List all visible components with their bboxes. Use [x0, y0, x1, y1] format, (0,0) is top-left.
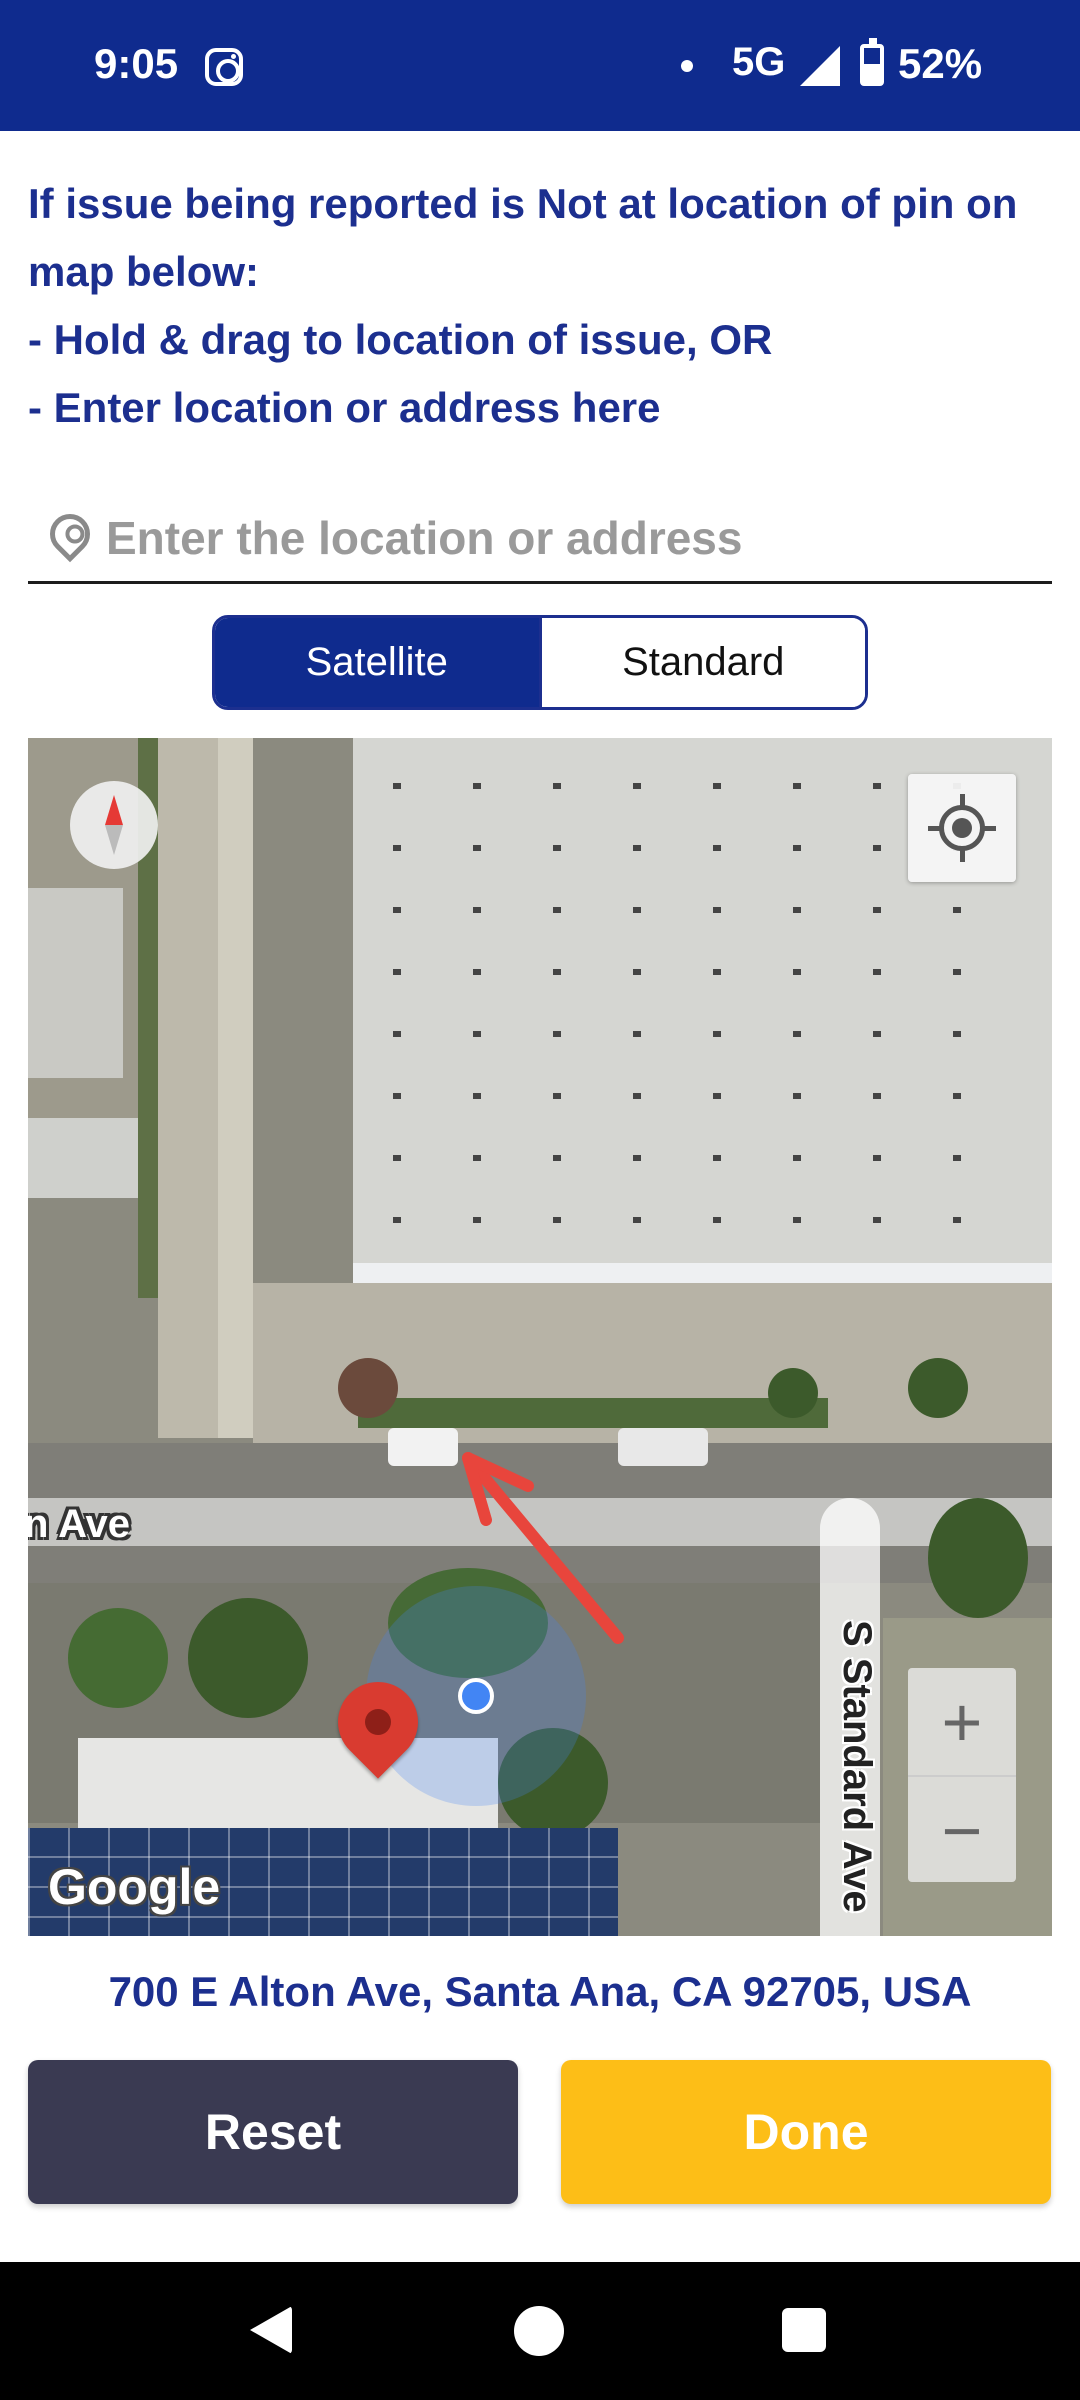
- notification-dot-icon: [681, 60, 693, 72]
- done-button[interactable]: Done: [561, 2060, 1051, 2204]
- instructions: If issue being reported is Not at locati…: [28, 170, 1058, 442]
- zoom-controls: + −: [908, 1668, 1016, 1882]
- instagram-icon: [205, 48, 243, 86]
- back-icon[interactable]: [250, 2306, 292, 2354]
- instruction-line-1: If issue being reported is Not at locati…: [28, 180, 1018, 295]
- zoom-in-button[interactable]: +: [908, 1668, 1016, 1775]
- zoom-out-button[interactable]: −: [908, 1777, 1016, 1884]
- system-nav-bar: [0, 2262, 1080, 2400]
- my-location-button[interactable]: [908, 774, 1016, 882]
- selected-address: 700 E Alton Ave, Santa Ana, CA 92705, US…: [108, 1968, 972, 2015]
- location-search[interactable]: [28, 500, 1052, 584]
- battery-percent: 52%: [898, 40, 983, 87]
- google-logo: Google: [48, 1859, 221, 1915]
- instruction-line-2: - Hold & drag to location of issue, OR: [28, 316, 773, 363]
- status-time: 9:05: [94, 40, 179, 87]
- map-view[interactable]: n Ave S Standard Ave + − Google: [28, 738, 1052, 1936]
- map-type-toggle[interactable]: Satellite Standard: [212, 615, 868, 710]
- home-icon[interactable]: [514, 2306, 564, 2356]
- location-input[interactable]: [106, 506, 1036, 570]
- battery-icon: [860, 38, 884, 86]
- compass-icon[interactable]: [70, 781, 158, 869]
- network-type: 5G: [732, 40, 786, 84]
- satellite-tab[interactable]: Satellite: [215, 618, 539, 707]
- instruction-line-3: - Enter location or address here: [28, 384, 661, 431]
- standard-tab[interactable]: Standard: [538, 618, 865, 707]
- location-pin-icon: [41, 505, 99, 563]
- status-bar: 9:05 5G 52%: [0, 0, 1080, 131]
- reset-button[interactable]: Reset: [28, 2060, 518, 2204]
- current-location-dot: [458, 1678, 494, 1714]
- signal-icon: [800, 46, 840, 86]
- recent-apps-icon[interactable]: [782, 2308, 826, 2352]
